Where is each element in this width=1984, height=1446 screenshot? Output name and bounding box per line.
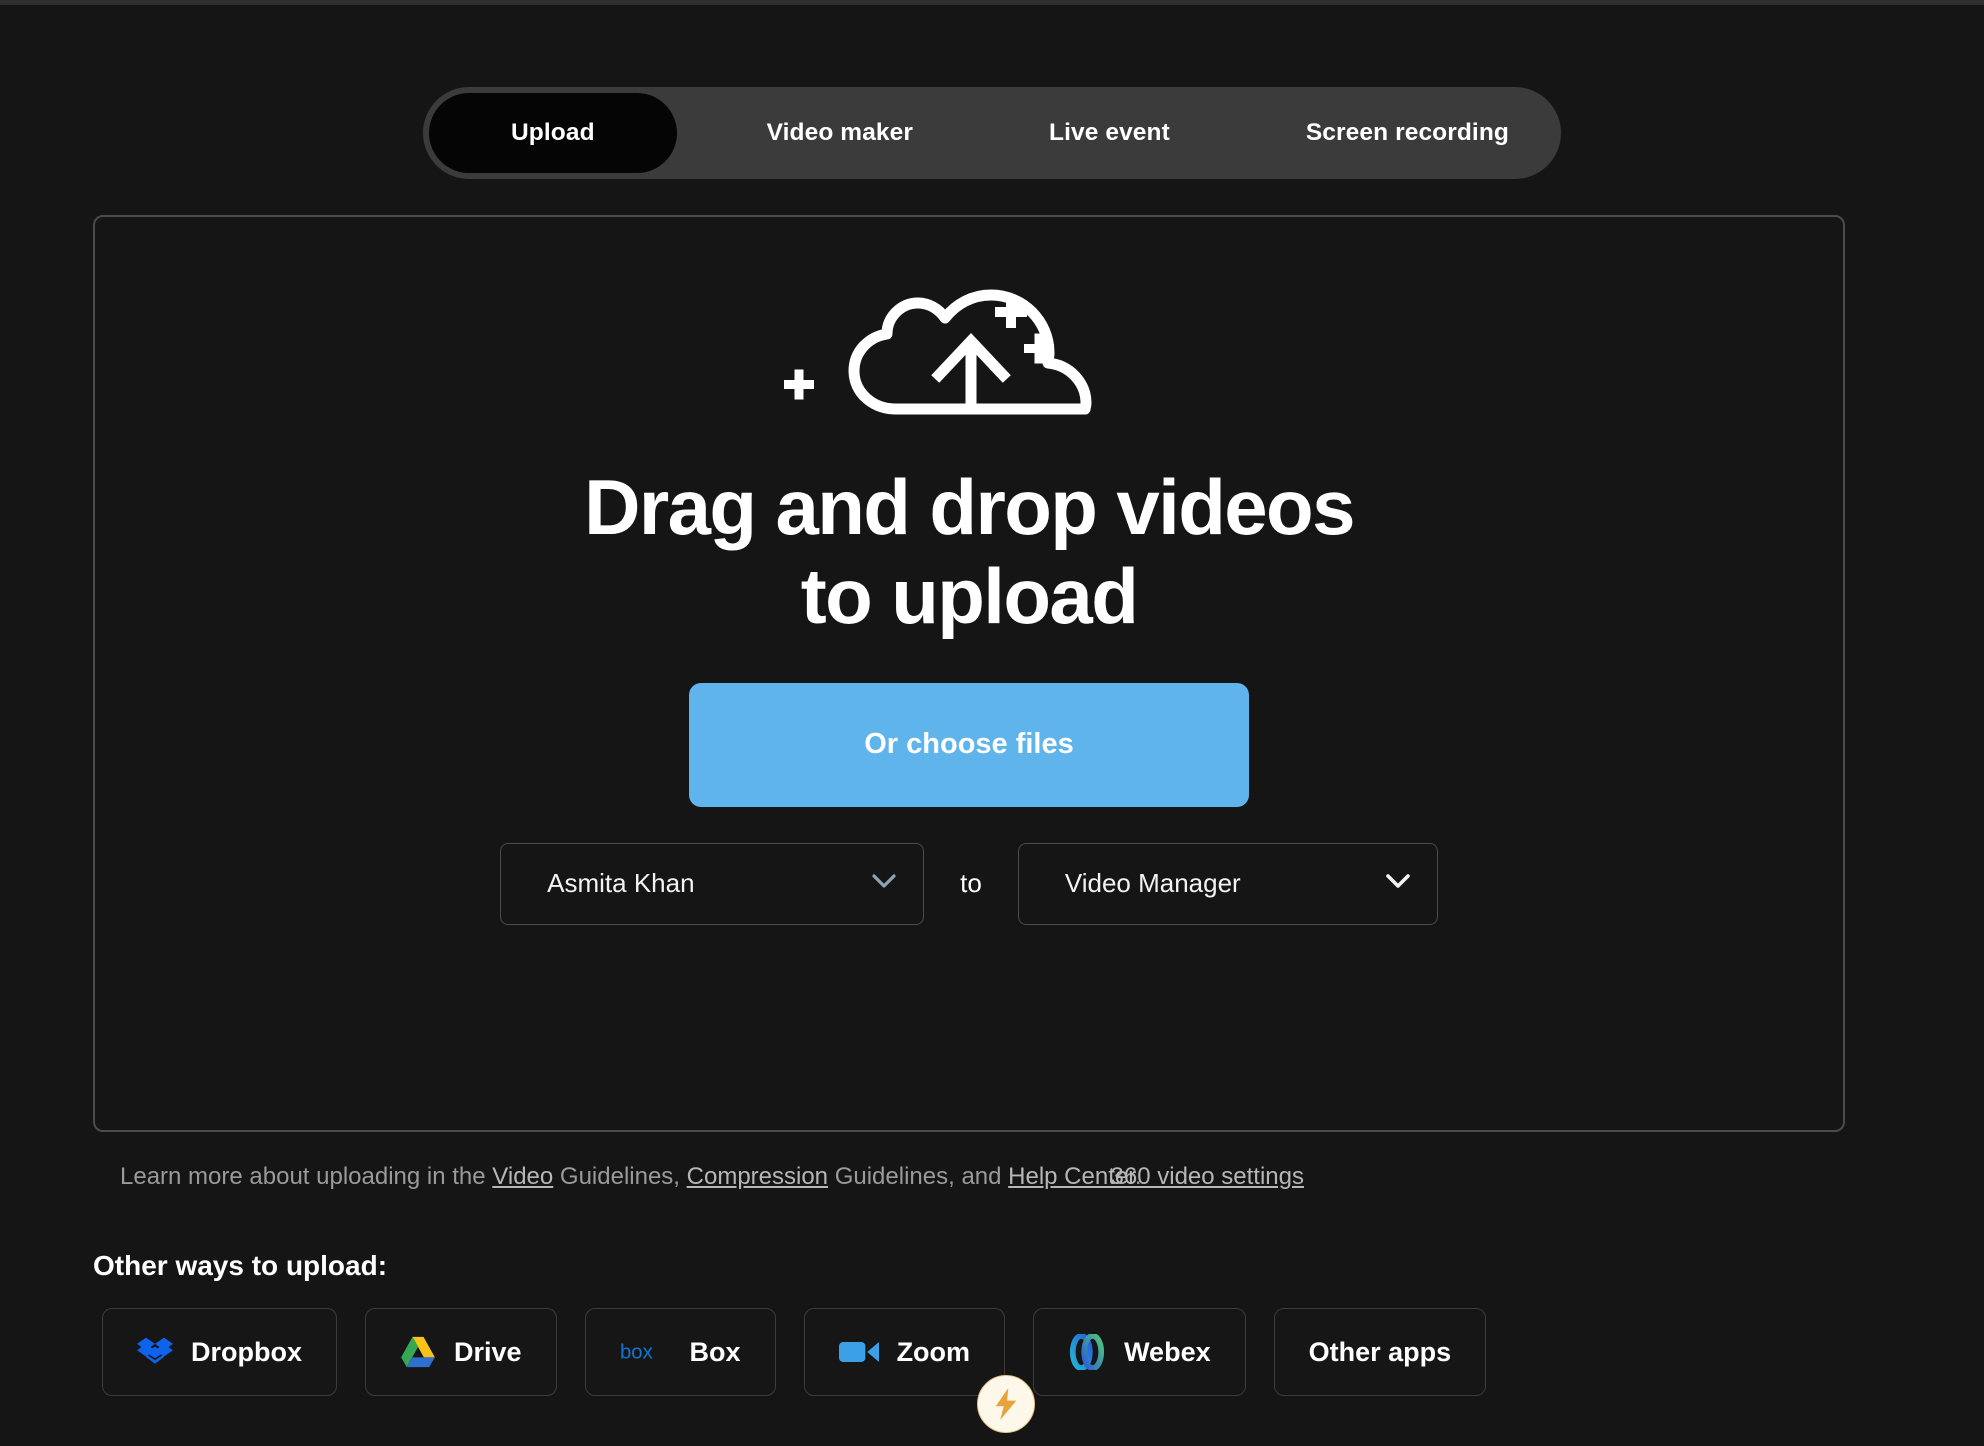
top-window-strip <box>0 0 1984 5</box>
footnote-mid-1: Guidelines, <box>553 1163 686 1190</box>
cloud-upload-icon <box>784 289 1154 429</box>
svg-text:box: box <box>620 1342 653 1364</box>
headline-line-1: Drag and drop videos <box>584 463 1354 552</box>
upload-target-row: Asmita Khan to Video Manager <box>500 843 1438 925</box>
upload-source-drive[interactable]: Drive <box>365 1308 557 1396</box>
webex-icon <box>1068 1334 1106 1370</box>
compression-guidelines-link[interactable]: Compression <box>687 1163 828 1190</box>
tab-video-maker[interactable]: Video maker <box>721 93 959 173</box>
box-icon: box <box>620 1339 672 1365</box>
tab-live-event[interactable]: Live event <box>1003 93 1216 173</box>
google-drive-icon <box>400 1336 436 1368</box>
footnote-mid-2: Guidelines, and <box>828 1163 1008 1190</box>
destination-select[interactable]: Video Manager <box>1018 843 1438 925</box>
upload-source-other-apps[interactable]: Other apps <box>1274 1308 1487 1396</box>
upload-source-box-label: Box <box>690 1337 741 1368</box>
owner-select-value: Asmita Khan <box>547 868 694 899</box>
upload-source-drive-label: Drive <box>454 1337 522 1368</box>
chevron-down-icon <box>871 873 897 894</box>
upload-source-other-apps-label: Other apps <box>1309 1337 1452 1368</box>
tab-upload-label: Upload <box>511 119 595 147</box>
upload-source-webex[interactable]: Webex <box>1033 1308 1246 1396</box>
upload-source-box[interactable]: box Box <box>585 1308 776 1396</box>
tab-bar-container: Upload Video maker Live event Screen rec… <box>0 87 1984 179</box>
choose-files-button[interactable]: Or choose files <box>689 683 1249 807</box>
headline-line-2: to upload <box>584 552 1354 641</box>
other-ways-title: Other ways to upload: <box>93 1250 387 1282</box>
video-guidelines-link[interactable]: Video <box>492 1163 553 1190</box>
tab-screen-recording[interactable]: Screen recording <box>1260 93 1555 173</box>
zoom-camera-icon <box>839 1339 879 1365</box>
upload-source-webex-label: Webex <box>1124 1337 1211 1368</box>
destination-select-value: Video Manager <box>1065 868 1241 899</box>
page-title: Drag and drop videos to upload <box>584 463 1354 641</box>
upload-help-note: Learn more about uploading in the Video … <box>120 1163 1142 1191</box>
upload-dropzone[interactable]: Drag and drop videos to upload Or choose… <box>93 215 1845 1132</box>
upload-source-dropbox[interactable]: Dropbox <box>102 1308 337 1396</box>
tab-screen-recording-label: Screen recording <box>1306 119 1509 147</box>
owner-select[interactable]: Asmita Khan <box>500 843 924 925</box>
dropbox-icon <box>137 1334 173 1370</box>
tab-live-event-label: Live event <box>1049 119 1170 147</box>
tab-video-maker-label: Video maker <box>767 119 913 147</box>
tab-upload[interactable]: Upload <box>429 93 677 173</box>
footnote-prefix: Learn more about uploading in the <box>120 1163 492 1190</box>
upload-source-dropbox-label: Dropbox <box>191 1337 302 1368</box>
lightning-bolt-icon[interactable] <box>977 1375 1035 1433</box>
connector-label: to <box>960 868 982 899</box>
tab-bar: Upload Video maker Live event Screen rec… <box>423 87 1561 179</box>
upload-source-zoom[interactable]: Zoom <box>804 1308 1006 1396</box>
other-ways-apps-row: Dropbox Drive box Box Zoom <box>102 1308 1486 1396</box>
360-video-settings-link[interactable]: 360 video settings <box>1111 1163 1304 1191</box>
upload-source-zoom-label: Zoom <box>897 1337 971 1368</box>
chevron-down-icon <box>1385 873 1411 894</box>
